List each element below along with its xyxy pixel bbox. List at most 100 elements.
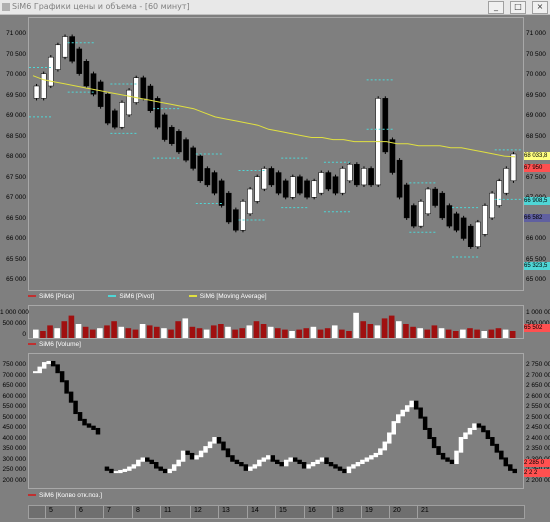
legend-swatch (28, 295, 36, 298)
oi-segment (431, 437, 437, 449)
time-tick-label: 5 (49, 507, 53, 514)
volume-bar (488, 329, 495, 338)
price-pane[interactable] (28, 17, 524, 291)
price-chart-svg (29, 34, 521, 258)
oi-segment (158, 466, 163, 471)
legend-entry[interactable]: SiM6 [Moving Average] (188, 293, 267, 300)
maximize-button[interactable]: □ (510, 1, 526, 14)
oi-segment (476, 423, 482, 428)
volume-bar (495, 328, 502, 338)
oi-segment (41, 362, 47, 369)
volume-y-tick-right: 1 000 000 (526, 309, 550, 316)
oi-segment (113, 471, 119, 474)
minimize-button[interactable]: _ (488, 1, 504, 14)
time-tick-line (218, 506, 219, 518)
time-tick-line (45, 506, 46, 518)
volume-bar (118, 326, 125, 338)
oi-segment (364, 457, 370, 462)
oi-segment (221, 441, 226, 451)
volume-bar (82, 326, 89, 338)
price-tag: 66 582 (524, 214, 550, 222)
oi-segment (64, 380, 69, 394)
volume-chart-svg (33, 312, 516, 338)
oi-segment (118, 469, 123, 474)
legend-entry[interactable]: SiM6 [Колво отк.поз.] (28, 492, 102, 499)
price-y-tick-right: 70 000 (526, 71, 546, 78)
legend-entry[interactable]: SiM6 [Pivot] (108, 293, 154, 300)
time-tick-label: 7 (107, 507, 111, 514)
oi-segment (292, 457, 298, 462)
price-candle (211, 172, 218, 194)
oi-segment (382, 441, 388, 451)
volume-bar (275, 328, 281, 338)
price-candle (126, 89, 132, 116)
price-candle (282, 180, 289, 198)
volume-bar (403, 324, 409, 338)
oi-segment (207, 441, 213, 449)
volume-bar (339, 329, 345, 338)
volume-bar (346, 331, 352, 338)
oi-segment (86, 423, 92, 428)
oi-segment (418, 407, 423, 419)
price-y-tick-right: 70 500 (526, 50, 546, 58)
legend-entry[interactable]: SiM6 [Price] (28, 293, 74, 300)
price-candle (482, 205, 488, 235)
price-y-tick-right: 65 000 (526, 276, 546, 283)
time-tick-line (132, 506, 133, 518)
volume-bar (396, 321, 402, 338)
time-tick-line (361, 506, 362, 518)
volume-pane[interactable] (28, 305, 524, 339)
oi-segment (490, 437, 495, 446)
price-candle (55, 44, 61, 70)
price-candle (389, 139, 396, 173)
oi-segment (176, 459, 181, 467)
volume-bar (467, 328, 473, 338)
volume-bar (367, 324, 374, 338)
price-candle (254, 176, 261, 202)
legend-entry[interactable]: SiM6 [Volume] (28, 341, 81, 348)
time-tick-label: 15 (279, 507, 287, 514)
price-candle (368, 168, 374, 186)
legend-label: SiM6 [Pivot] (119, 293, 155, 300)
oi-segment (198, 450, 204, 458)
volume-y-tick-left: 0 (22, 331, 26, 338)
price-y-tick-left: 70 500 (6, 50, 26, 58)
volume-bar (189, 326, 196, 338)
price-tag: 66 908,5 (524, 197, 550, 205)
volume-bar (61, 321, 68, 338)
oi-segment (77, 412, 83, 421)
volume-bar (68, 315, 75, 338)
price-y-tick-right: 66 000 (526, 235, 546, 242)
price-candle (33, 85, 40, 99)
time-tick-label: 20 (393, 507, 401, 514)
volume-bar (210, 325, 217, 338)
time-axis[interactable]: 5 6 7 8 11 12 13 14 15 16 18 19 20 21 (28, 505, 525, 519)
oi-segment (391, 421, 396, 435)
oi-y-tick-left: 200 000 (2, 476, 27, 484)
oi-y-tick-right: 2 550 000 (526, 403, 550, 410)
oi-segment (485, 430, 491, 440)
price-candle (289, 176, 296, 198)
open-interest-pane[interactable] (28, 353, 524, 489)
close-button[interactable]: × (532, 1, 548, 14)
price-y-tick-right: 67 500 (526, 173, 546, 181)
price-candle (140, 77, 147, 99)
oi-y-tick-right: 2 350 000 (526, 445, 550, 452)
time-tick-label: 19 (365, 507, 373, 514)
volume-bar (104, 325, 110, 338)
oi-segment (360, 459, 365, 465)
price-candle (382, 98, 389, 153)
price-candle (304, 180, 310, 198)
price-y-tick-left: 69 000 (6, 112, 26, 119)
price-candle (225, 192, 232, 223)
oi-segment (82, 418, 87, 426)
time-tick-label: 21 (421, 507, 429, 514)
volume-bar (424, 329, 431, 338)
price-candle (40, 73, 47, 99)
time-tick-line (160, 506, 161, 518)
price-y-tick-left: 66 500 (6, 214, 26, 222)
oi-y-tick-right: 2 450 000 (526, 424, 550, 431)
time-tick-line (275, 506, 276, 518)
volume-bar (502, 329, 509, 338)
oi-segment (225, 448, 231, 458)
